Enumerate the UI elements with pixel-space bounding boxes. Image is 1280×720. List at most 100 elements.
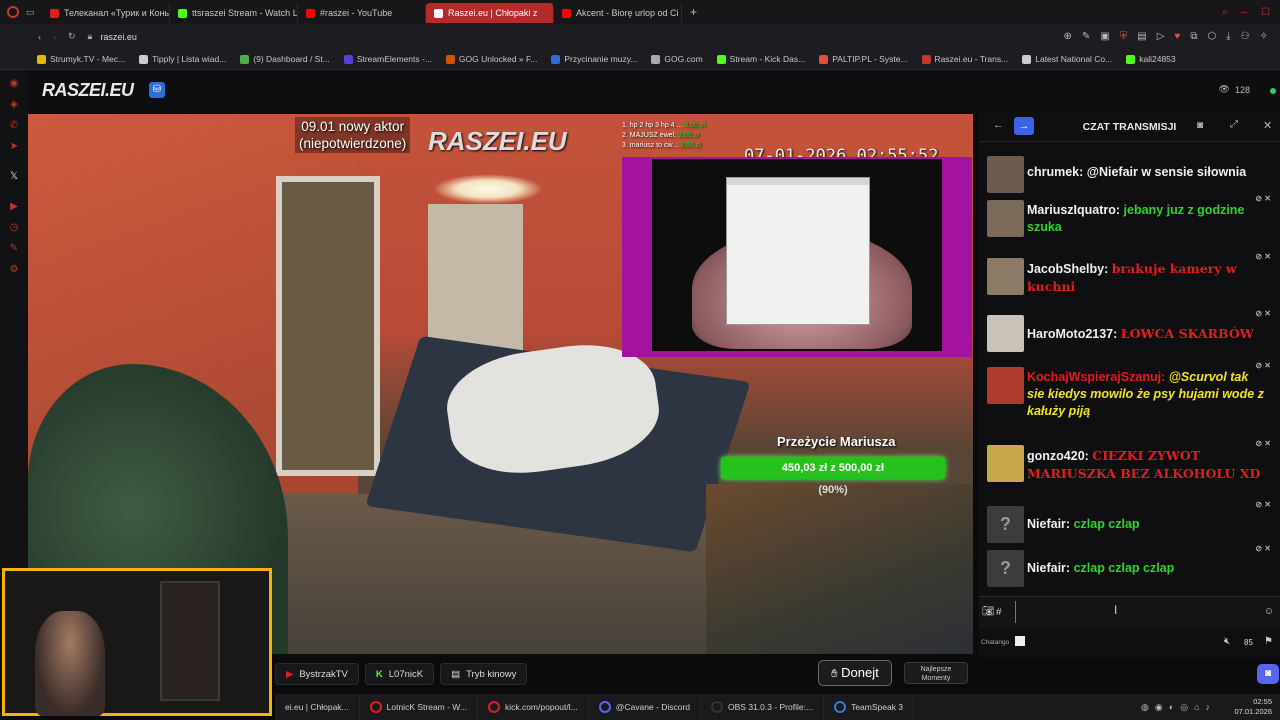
user-avatar[interactable] — [987, 156, 1024, 193]
window-controls[interactable]: ⌕ – ☐ — [1222, 7, 1280, 18]
message-controls[interactable]: ⊘ ✕ — [1255, 540, 1271, 557]
forward-icon[interactable]: › — [53, 32, 56, 42]
tray-icon-1[interactable]: ◍ — [1141, 702, 1149, 713]
chat-options-icon[interactable]: ⚑ — [1264, 636, 1273, 647]
chat-username[interactable]: Niefair: — [1027, 561, 1070, 575]
donate-button[interactable]: ✋︎ Donejt — [818, 660, 892, 686]
message-controls[interactable]: ⊘ ✕ — [1255, 435, 1271, 452]
mute-icon[interactable]: 🔇︎ — [1224, 636, 1230, 647]
telegram-icon[interactable]: ➤ — [8, 141, 20, 153]
network-icon[interactable]: ⌂ — [1194, 702, 1199, 713]
taskbar-item[interactable]: LotnicK Stream - W... — [360, 694, 478, 720]
maximize-icon[interactable]: ☐ — [1261, 7, 1270, 18]
messenger-icon[interactable]: ◉ — [8, 78, 20, 90]
chat-username[interactable]: Niefair: — [1027, 517, 1070, 531]
bookmark-item[interactable]: StreamElements -... — [337, 54, 439, 64]
channel-button-l07nick[interactable]: K L07nicK — [364, 663, 435, 685]
zoom-icon[interactable]: ⊕ — [1064, 31, 1072, 42]
message-controls[interactable]: ⊘ ✕ — [1255, 496, 1271, 513]
user-avatar[interactable] — [987, 258, 1024, 295]
profile-icon[interactable]: ⚇ — [1241, 31, 1250, 42]
new-tab-button[interactable]: + — [682, 5, 705, 19]
chat-username[interactable]: KochajWspierajSzanuj: — [1027, 370, 1165, 384]
taskbar-item[interactable]: ei.eu | Chłopak... — [275, 694, 360, 720]
pin-icon[interactable]: ✎ — [1082, 31, 1090, 42]
browser-tab[interactable]: Akcent - Biorę urlop od Ci — [554, 3, 682, 23]
chat-settings-icon[interactable] — [1015, 636, 1025, 646]
whatsapp-icon[interactable]: ✆ — [8, 120, 20, 132]
bookmark-item[interactable]: GOG Unlocked » F... — [439, 54, 544, 64]
popout-icon[interactable]: ⤢ — [1230, 119, 1238, 130]
system-clock[interactable]: 02:55 07.01.2026 — [1234, 697, 1272, 717]
message-controls[interactable]: ⊘ ✕ — [1255, 190, 1271, 207]
volume-icon[interactable]: ♪ — [1206, 702, 1211, 713]
close-chat-icon[interactable]: ✕ — [1263, 119, 1272, 132]
instagram-icon[interactable]: ◈ — [8, 99, 20, 111]
theater-mode-button[interactable]: ▤ Tryb kinowy — [440, 663, 528, 685]
message-controls[interactable]: ⊘ ✕ — [1255, 357, 1271, 374]
address-field[interactable]: raszei.eu — [100, 32, 137, 42]
site-logo[interactable]: RASZEI.EU — [42, 80, 134, 101]
shield-icon[interactable]: ⛨ — [1120, 31, 1128, 42]
history-icon[interactable]: ◷ — [8, 222, 20, 234]
bookmark-item[interactable]: GOG.com — [644, 54, 709, 64]
reload-icon[interactable]: ↻ — [68, 31, 76, 42]
chat-username[interactable]: HaroMoto2137: — [1027, 327, 1117, 341]
play-icon[interactable]: ▷ — [1157, 31, 1165, 42]
browser-tab[interactable]: #raszei - YouTube — [298, 3, 426, 23]
notes-icon[interactable]: ✎ — [8, 243, 20, 255]
taskbar-item[interactable]: OBS 31.0.3 - Profile:... — [701, 694, 825, 720]
discord-floating-icon[interactable]: ◙ — [1257, 664, 1279, 684]
bookmark-item[interactable]: Tipply | Lista wiad... — [132, 54, 233, 64]
x-icon[interactable]: 𝕏 — [8, 171, 20, 183]
channel-button-bystrzaktv[interactable]: ▶ BystrzakTV — [275, 663, 359, 685]
taskbar-item[interactable]: @Cavane - Discord — [589, 694, 702, 720]
taskbar-item[interactable]: kick.com/popout/l... — [478, 694, 589, 720]
emoji-icon[interactable]: ☺ — [1264, 606, 1274, 617]
bookmark-item[interactable]: Latest National Co... — [1015, 54, 1119, 64]
chat-username[interactable]: gonzo420: — [1027, 449, 1089, 463]
heart-icon[interactable]: ♥ — [1174, 31, 1180, 42]
user-avatar[interactable] — [987, 200, 1024, 237]
discord-icon[interactable]: ◙ — [1197, 120, 1203, 131]
highlights-button[interactable]: Najlepsze Momenty — [904, 662, 968, 684]
bookmark-item[interactable]: Przycinanie muzy... — [544, 54, 644, 64]
settings-icon[interactable]: ⚙ — [8, 264, 20, 276]
user-avatar[interactable] — [987, 445, 1024, 482]
message-controls[interactable]: ⊘ ✕ — [1255, 248, 1271, 265]
browser-tab[interactable]: Телеканал «Турик и Конь — [42, 3, 170, 23]
camera-icon[interactable]: 📷︎ — [982, 606, 995, 617]
chat-username[interactable]: JacobShelby: — [1027, 262, 1108, 276]
browser-tab[interactable]: ttsraszei Stream - Watch L — [170, 3, 298, 23]
bookmark-item[interactable]: PALTIP.PL - Syste... — [812, 54, 914, 64]
tray-icon-4[interactable]: ◎ — [1180, 702, 1188, 713]
sidebar-toggle-icon[interactable]: ▭ — [26, 7, 42, 18]
chat-footer-label[interactable]: Chatango — [981, 639, 1009, 646]
search-tabs-icon[interactable]: ⌕ — [1222, 7, 1228, 18]
player-icon[interactable]: ▶ — [8, 201, 20, 213]
bookmark-item[interactable]: Stream - Kick Das... — [710, 54, 813, 64]
taskbar-item[interactable]: TeamSpeak 3 — [824, 694, 915, 720]
screenshot-icon[interactable]: ▣ — [1100, 31, 1109, 42]
download-icon[interactable]: ⤓ — [1226, 31, 1230, 42]
user-avatar[interactable]: ? — [987, 550, 1024, 587]
ai-icon[interactable]: ✧ — [1260, 31, 1268, 42]
tray-icon-3[interactable]: ◐ — [1169, 702, 1174, 713]
user-avatar[interactable] — [987, 315, 1024, 352]
minimize-icon[interactable]: – — [1241, 7, 1247, 18]
hash-icon[interactable]: # — [996, 607, 1002, 618]
chat-message-input[interactable] — [1015, 601, 1255, 623]
extension-icon[interactable]: ⧉ — [1190, 31, 1197, 42]
wallet-icon[interactable]: ⬡ — [1207, 31, 1216, 42]
tray-icon-2[interactable]: ◉ — [1155, 702, 1163, 713]
bookmark-item[interactable]: (9) Dashboard / St... — [233, 54, 337, 64]
browser-tab[interactable]: Raszei.eu | Chłopaki z — [426, 3, 554, 23]
back-icon[interactable]: ‹ — [38, 32, 41, 42]
chat-username[interactable]: chrumek: — [1027, 165, 1083, 179]
user-avatar[interactable] — [987, 367, 1024, 404]
shop-icon[interactable]: ⛁ — [149, 82, 165, 98]
bookmark-item[interactable]: kali24853 — [1119, 54, 1182, 64]
message-controls[interactable]: ⊘ ✕ — [1255, 305, 1271, 322]
vpn-icon[interactable]: ▤ — [1137, 31, 1146, 42]
bookmark-item[interactable]: Raszei.eu - Trans... — [915, 54, 1016, 64]
